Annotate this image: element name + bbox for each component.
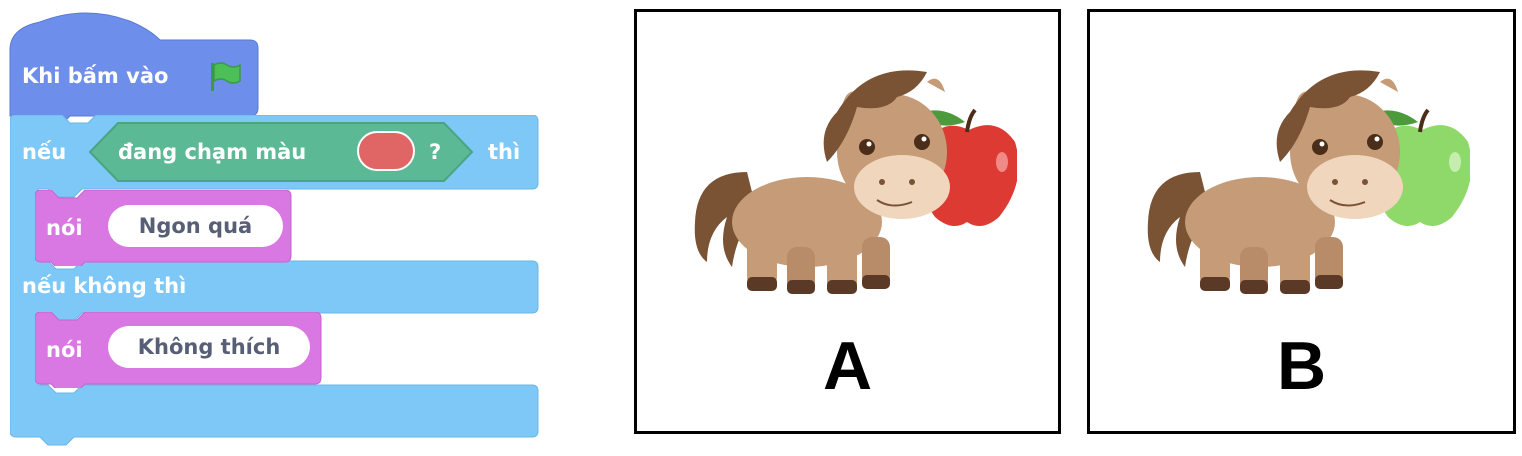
color-swatch[interactable] [357,131,415,171]
touching-color-label: đang chạm màu [118,140,307,164]
card-letter: B [1276,328,1327,404]
say-label: nói [46,338,83,362]
when-flag-clicked-block[interactable] [0,0,270,120]
if-label: nếu [22,140,67,164]
else-label: nếu không thì [22,274,187,298]
then-label: thì [488,140,521,164]
code-script: Khi bấm vào nếu thì nếu không thì đang c… [0,0,560,456]
horse-with-green-apple-icon [1147,70,1470,294]
card-letter: A [822,328,873,404]
say-text-input[interactable]: Không thích [108,326,310,368]
green-flag-icon [211,62,241,91]
option-card-b[interactable]: B [1087,9,1516,434]
question-mark: ? [429,140,442,164]
say-label: nói [46,216,83,240]
say-text-input[interactable]: Ngon quá [108,205,283,247]
horse-with-red-apple-icon [694,70,1017,294]
option-card-a[interactable]: A [634,9,1061,434]
hat-block-label: Khi bấm vào [22,64,169,88]
